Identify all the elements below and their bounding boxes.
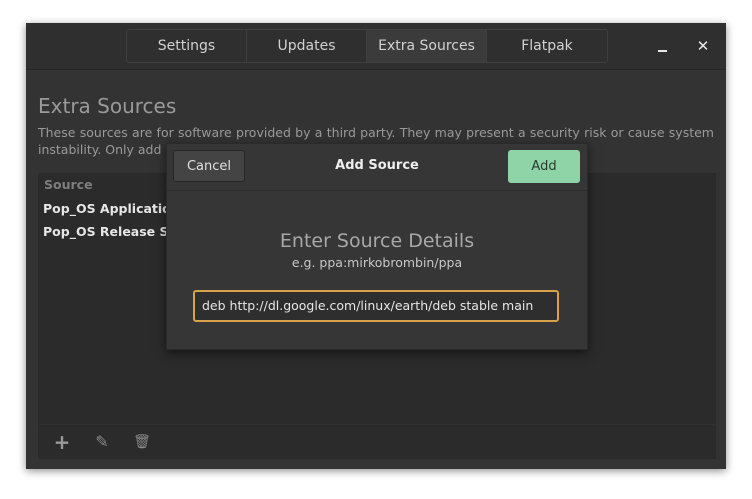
add-icon[interactable]: + <box>53 432 71 452</box>
add-source-dialog: Cancel Add Source Add Enter Source Detai… <box>166 143 588 350</box>
page-title: Extra Sources <box>38 94 177 118</box>
tab-updates[interactable]: Updates <box>247 30 367 62</box>
view-switcher: Settings Updates Extra Sources Flatpak <box>126 29 608 63</box>
cancel-button[interactable]: Cancel <box>173 150 245 182</box>
dialog-example-hint: e.g. ppa:mirkobrombin/ppa <box>291 255 463 270</box>
app-window: Settings Updates Extra Sources Flatpak ✕… <box>26 23 726 469</box>
header-bar: Settings Updates Extra Sources Flatpak ✕ <box>26 23 726 70</box>
tab-extra-sources[interactable]: Extra Sources <box>367 30 487 62</box>
tab-settings[interactable]: Settings <box>127 30 247 62</box>
list-column-header: Source <box>44 177 93 192</box>
tab-flatpak[interactable]: Flatpak <box>487 30 607 62</box>
add-button[interactable]: Add <box>508 150 580 183</box>
dialog-header: Cancel Add Source Add <box>167 144 587 191</box>
list-item[interactable]: Pop_OS Release Sou <box>43 224 186 239</box>
minimize-icon[interactable] <box>653 36 673 56</box>
list-toolbar: + ✎ 🗑 <box>39 424 715 459</box>
delete-icon[interactable]: 🗑 <box>133 433 151 451</box>
close-icon[interactable]: ✕ <box>693 36 713 56</box>
source-input[interactable]: deb http://dl.google.com/linux/earth/deb… <box>193 290 559 322</box>
edit-icon[interactable]: ✎ <box>93 433 111 451</box>
dialog-heading: Enter Source Details <box>279 230 475 252</box>
